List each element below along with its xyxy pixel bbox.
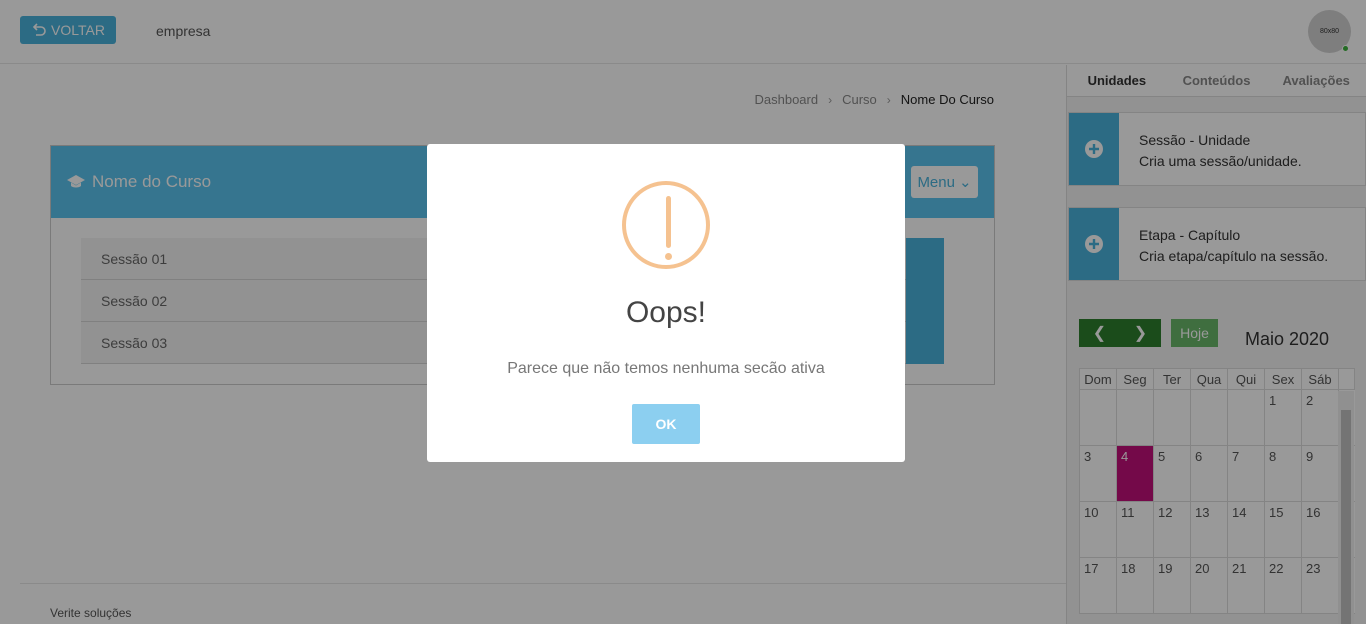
dialog-message: Parece que não temos nenhuma secão ativa (507, 360, 825, 377)
ok-button[interactable]: OK (632, 404, 700, 444)
warning-icon (622, 181, 710, 269)
alert-dialog: Oops! Parece que não temos nenhuma secão… (427, 144, 905, 462)
dialog-title: Oops! (625, 296, 707, 329)
